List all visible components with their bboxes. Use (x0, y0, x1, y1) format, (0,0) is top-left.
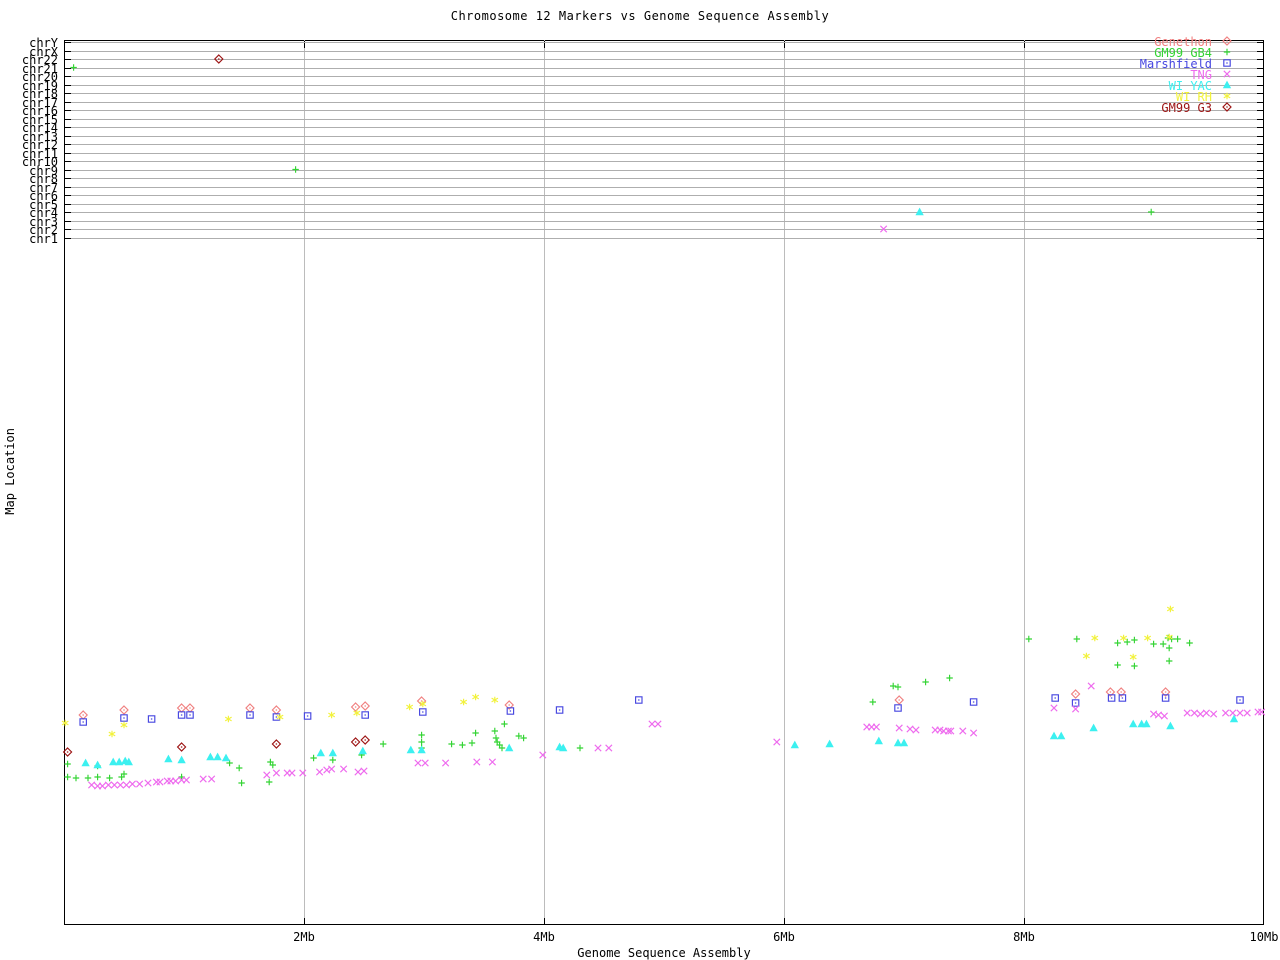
chromosome-line (65, 204, 1263, 205)
y-tick-left (65, 110, 71, 111)
y-tick-right (1257, 144, 1263, 145)
x-tick-label: 2Mb (293, 930, 315, 944)
plot-frame (64, 40, 1264, 925)
y-tick-right (1257, 195, 1263, 196)
legend-label-gm99g3: GM99 G3 (1161, 101, 1212, 115)
y-tick-right (1257, 68, 1263, 69)
chart-title: Chromosome 12 Markers vs Genome Sequence… (450, 9, 830, 23)
y-tick-left (65, 93, 71, 94)
y-tick-left (65, 42, 71, 43)
y-tick-left (65, 212, 71, 213)
x-tick-label: 10Mb (1249, 930, 1279, 944)
y-tick-right (1257, 42, 1263, 43)
x-gridline (544, 40, 545, 925)
chromosome-line (65, 136, 1263, 137)
y-tick-right (1257, 127, 1263, 128)
chromosome-line (65, 238, 1263, 239)
y-tick-left (65, 119, 71, 120)
y-tick-right (1257, 85, 1263, 86)
chromosome-line (65, 178, 1263, 179)
y-tick-right (1257, 178, 1263, 179)
y-tick-right (1257, 212, 1263, 213)
y-tick-left (65, 85, 71, 86)
chromosome-line (65, 195, 1263, 196)
x-tick-bottom (784, 918, 785, 925)
x-gridline (784, 40, 785, 925)
chart-canvas: Chromosome 12 Markers vs Genome Sequence… (0, 0, 1280, 960)
x-gridline (1024, 40, 1025, 925)
y-tick-left (65, 136, 71, 137)
y-tick-right (1257, 136, 1263, 137)
y-tick-right (1257, 204, 1263, 205)
y-tick-left (65, 229, 71, 230)
y-tick-right (1257, 119, 1263, 120)
y-tick-left (65, 68, 71, 69)
x-tick-bottom (304, 918, 305, 925)
y-tick-right (1257, 153, 1263, 154)
y-tick-left (65, 144, 71, 145)
chromosome-line (65, 127, 1263, 128)
x-tick-bottom (1024, 918, 1025, 925)
y-tick-left (65, 161, 71, 162)
y-tick-right (1257, 110, 1263, 111)
y-tick-right (1257, 238, 1263, 239)
y-tick-right (1257, 102, 1263, 103)
chromosome-line (65, 161, 1263, 162)
chromosome-line (65, 144, 1263, 145)
y-tick-right (1257, 221, 1263, 222)
x-tick-label: 8Mb (1013, 930, 1035, 944)
y-tick-left (65, 51, 71, 52)
y-tick-right (1257, 170, 1263, 171)
y-tick-left (65, 170, 71, 171)
y-tick-label-chr1: chr1 (29, 232, 58, 246)
y-tick-right (1257, 187, 1263, 188)
chromosome-line (65, 212, 1263, 213)
x-tick-label: 6Mb (773, 930, 795, 944)
y-tick-right (1257, 51, 1263, 52)
y-tick-left (65, 127, 71, 128)
y-tick-left (65, 178, 71, 179)
y-tick-right (1257, 76, 1263, 77)
x-tick-label: 4Mb (533, 930, 555, 944)
y-tick-right (1257, 161, 1263, 162)
y-tick-left (65, 221, 71, 222)
y-tick-left (65, 238, 71, 239)
chromosome-line (65, 221, 1263, 222)
chromosome-line (65, 187, 1263, 188)
chromosome-line (65, 119, 1263, 120)
y-axis-label: Map Location (3, 428, 17, 515)
chromosome-line (65, 229, 1263, 230)
chromosome-line (65, 153, 1263, 154)
y-tick-left (65, 59, 71, 60)
y-tick-left (65, 153, 71, 154)
x-gridline (304, 40, 305, 925)
y-tick-right (1257, 93, 1263, 94)
y-tick-left (65, 187, 71, 188)
y-tick-left (65, 76, 71, 77)
y-tick-right (1257, 229, 1263, 230)
y-tick-left (65, 204, 71, 205)
x-tick-bottom (544, 918, 545, 925)
chromosome-line (65, 170, 1263, 171)
y-tick-left (65, 195, 71, 196)
y-tick-right (1257, 59, 1263, 60)
y-tick-left (65, 102, 71, 103)
x-axis-label: Genome Sequence Assembly (577, 946, 751, 960)
